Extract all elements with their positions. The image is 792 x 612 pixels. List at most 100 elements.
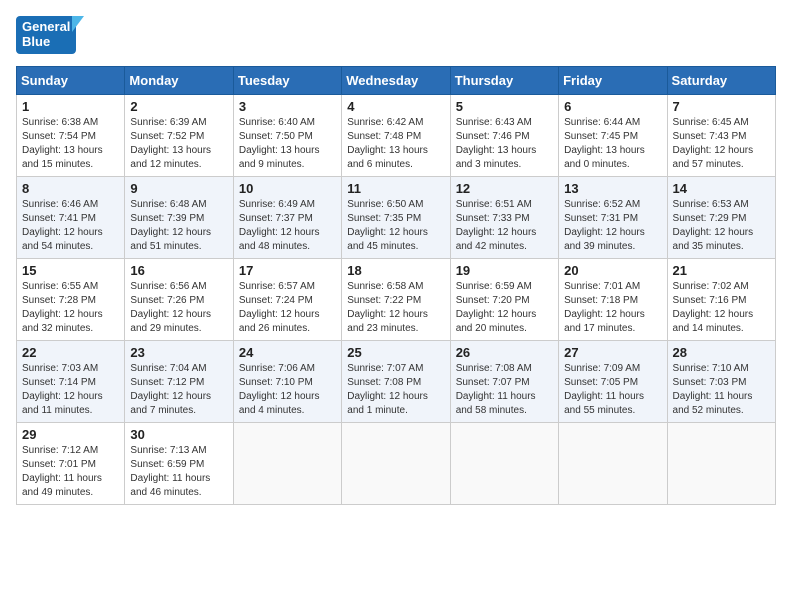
day-number: 9 (130, 181, 227, 196)
day-info: Sunrise: 6:39 AMSunset: 7:52 PMDaylight:… (130, 116, 227, 172)
calendar-cell: 9 Sunrise: 6:48 AMSunset: 7:39 PMDaylight… (125, 176, 233, 258)
day-number: 26 (456, 345, 553, 360)
day-info: Sunrise: 6:51 AMSunset: 7:33 PMDaylight:… (456, 198, 553, 254)
day-info: Sunrise: 6:45 AMSunset: 7:43 PMDaylight:… (673, 116, 770, 172)
weekday-header-monday: Monday (125, 66, 233, 94)
day-number: 5 (456, 99, 553, 114)
calendar-cell (450, 422, 558, 504)
calendar-cell: 1 Sunrise: 6:38 AMSunset: 7:54 PMDaylight… (17, 94, 125, 176)
calendar-week-1: 1 Sunrise: 6:38 AMSunset: 7:54 PMDaylight… (17, 94, 776, 176)
calendar-cell: 15Sunrise: 6:55 AMSunset: 7:28 PMDayligh… (17, 258, 125, 340)
calendar-cell: 3 Sunrise: 6:40 AMSunset: 7:50 PMDaylight… (233, 94, 341, 176)
calendar-header-row: SundayMondayTuesdayWednesdayThursdayFrid… (17, 66, 776, 94)
day-number: 24 (239, 345, 336, 360)
calendar-cell: 17Sunrise: 6:57 AMSunset: 7:24 PMDayligh… (233, 258, 341, 340)
day-info: Sunrise: 6:38 AMSunset: 7:54 PMDaylight:… (22, 116, 119, 172)
calendar-cell: 29 Sunrise: 7:12 AMSunset: 7:01 PMDayligh… (17, 422, 125, 504)
day-number: 17 (239, 263, 336, 278)
weekday-header-thursday: Thursday (450, 66, 558, 94)
day-number: 18 (347, 263, 444, 278)
day-info: Sunrise: 6:58 AMSunset: 7:22 PMDaylight:… (347, 280, 444, 336)
day-info: Sunrise: 7:10 AMSunset: 7:03 PMDaylight:… (673, 362, 770, 418)
calendar-cell (342, 422, 450, 504)
day-number: 30 (130, 427, 227, 442)
calendar-cell (233, 422, 341, 504)
calendar-cell: 20 Sunrise: 7:01 AMSunset: 7:18 PMDayligh… (559, 258, 667, 340)
day-number: 23 (130, 345, 227, 360)
calendar-week-5: 29 Sunrise: 7:12 AMSunset: 7:01 PMDayligh… (17, 422, 776, 504)
calendar-cell: 13 Sunrise: 6:52 AMSunset: 7:31 PMDayligh… (559, 176, 667, 258)
day-number: 11 (347, 181, 444, 196)
day-number: 25 (347, 345, 444, 360)
day-info: Sunrise: 6:53 AMSunset: 7:29 PMDaylight:… (673, 198, 770, 254)
calendar-cell: 23 Sunrise: 7:04 AMSunset: 7:12 PMDayligh… (125, 340, 233, 422)
calendar-cell (667, 422, 775, 504)
day-info: Sunrise: 6:52 AMSunset: 7:31 PMDaylight:… (564, 198, 661, 254)
day-info: Sunrise: 7:07 AMSunset: 7:08 PMDaylight:… (347, 362, 444, 418)
day-info: Sunrise: 7:02 AMSunset: 7:16 PMDaylight:… (673, 280, 770, 336)
calendar-cell: 2 Sunrise: 6:39 AMSunset: 7:52 PMDaylight… (125, 94, 233, 176)
calendar-cell: 21 Sunrise: 7:02 AMSunset: 7:16 PMDayligh… (667, 258, 775, 340)
calendar-cell: 14 Sunrise: 6:53 AMSunset: 7:29 PMDayligh… (667, 176, 775, 258)
calendar-cell: 8Sunrise: 6:46 AMSunset: 7:41 PMDaylight… (17, 176, 125, 258)
page-header: General Blue (16, 16, 776, 54)
weekday-header-sunday: Sunday (17, 66, 125, 94)
day-number: 22 (22, 345, 119, 360)
day-number: 13 (564, 181, 661, 196)
day-info: Sunrise: 7:04 AMSunset: 7:12 PMDaylight:… (130, 362, 227, 418)
day-info: Sunrise: 6:49 AMSunset: 7:37 PMDaylight:… (239, 198, 336, 254)
day-number: 2 (130, 99, 227, 114)
day-info: Sunrise: 7:01 AMSunset: 7:18 PMDaylight:… (564, 280, 661, 336)
logo: General Blue (16, 16, 82, 54)
calendar-cell: 5Sunrise: 6:43 AMSunset: 7:46 PMDaylight… (450, 94, 558, 176)
day-number: 28 (673, 345, 770, 360)
calendar-cell: 30Sunrise: 7:13 AMSunset: 6:59 PMDayligh… (125, 422, 233, 504)
calendar-cell: 24 Sunrise: 7:06 AMSunset: 7:10 PMDayligh… (233, 340, 341, 422)
calendar-week-4: 22Sunrise: 7:03 AMSunset: 7:14 PMDayligh… (17, 340, 776, 422)
logo-box: General Blue (16, 16, 76, 54)
day-info: Sunrise: 6:48 AMSunset: 7:39 PMDaylight:… (130, 198, 227, 254)
day-info: Sunrise: 7:08 AMSunset: 7:07 PMDaylight:… (456, 362, 553, 418)
day-info: Sunrise: 6:56 AMSunset: 7:26 PMDaylight:… (130, 280, 227, 336)
day-number: 6 (564, 99, 661, 114)
calendar-cell: 10Sunrise: 6:49 AMSunset: 7:37 PMDayligh… (233, 176, 341, 258)
day-number: 3 (239, 99, 336, 114)
weekday-header-tuesday: Tuesday (233, 66, 341, 94)
logo-container: General Blue (16, 16, 82, 54)
calendar-cell: 4Sunrise: 6:42 AMSunset: 7:48 PMDaylight… (342, 94, 450, 176)
calendar-cell: 27Sunrise: 7:09 AMSunset: 7:05 PMDayligh… (559, 340, 667, 422)
calendar-cell: 28 Sunrise: 7:10 AMSunset: 7:03 PMDayligh… (667, 340, 775, 422)
day-number: 1 (22, 99, 119, 114)
day-info: Sunrise: 7:12 AMSunset: 7:01 PMDaylight:… (22, 444, 119, 500)
calendar-week-2: 8Sunrise: 6:46 AMSunset: 7:41 PMDaylight… (17, 176, 776, 258)
day-info: Sunrise: 6:55 AMSunset: 7:28 PMDaylight:… (22, 280, 119, 336)
calendar-table: SundayMondayTuesdayWednesdayThursdayFrid… (16, 66, 776, 505)
weekday-header-friday: Friday (559, 66, 667, 94)
day-info: Sunrise: 6:59 AMSunset: 7:20 PMDaylight:… (456, 280, 553, 336)
calendar-cell (559, 422, 667, 504)
day-number: 21 (673, 263, 770, 278)
day-number: 14 (673, 181, 770, 196)
calendar-cell: 11 Sunrise: 6:50 AMSunset: 7:35 PMDayligh… (342, 176, 450, 258)
day-info: Sunrise: 7:06 AMSunset: 7:10 PMDaylight:… (239, 362, 336, 418)
calendar-week-3: 15Sunrise: 6:55 AMSunset: 7:28 PMDayligh… (17, 258, 776, 340)
day-number: 4 (347, 99, 444, 114)
day-number: 20 (564, 263, 661, 278)
calendar-cell: 18 Sunrise: 6:58 AMSunset: 7:22 PMDayligh… (342, 258, 450, 340)
day-number: 29 (22, 427, 119, 442)
day-number: 8 (22, 181, 119, 196)
day-number: 7 (673, 99, 770, 114)
day-info: Sunrise: 6:50 AMSunset: 7:35 PMDaylight:… (347, 198, 444, 254)
logo-arrow (72, 16, 84, 32)
calendar-cell: 19 Sunrise: 6:59 AMSunset: 7:20 PMDayligh… (450, 258, 558, 340)
calendar-cell: 22Sunrise: 7:03 AMSunset: 7:14 PMDayligh… (17, 340, 125, 422)
day-number: 19 (456, 263, 553, 278)
day-info: Sunrise: 6:40 AMSunset: 7:50 PMDaylight:… (239, 116, 336, 172)
calendar-cell: 16 Sunrise: 6:56 AMSunset: 7:26 PMDayligh… (125, 258, 233, 340)
day-info: Sunrise: 6:44 AMSunset: 7:45 PMDaylight:… (564, 116, 661, 172)
day-number: 27 (564, 345, 661, 360)
day-number: 16 (130, 263, 227, 278)
weekday-header-wednesday: Wednesday (342, 66, 450, 94)
calendar-cell: 7 Sunrise: 6:45 AMSunset: 7:43 PMDaylight… (667, 94, 775, 176)
day-number: 12 (456, 181, 553, 196)
